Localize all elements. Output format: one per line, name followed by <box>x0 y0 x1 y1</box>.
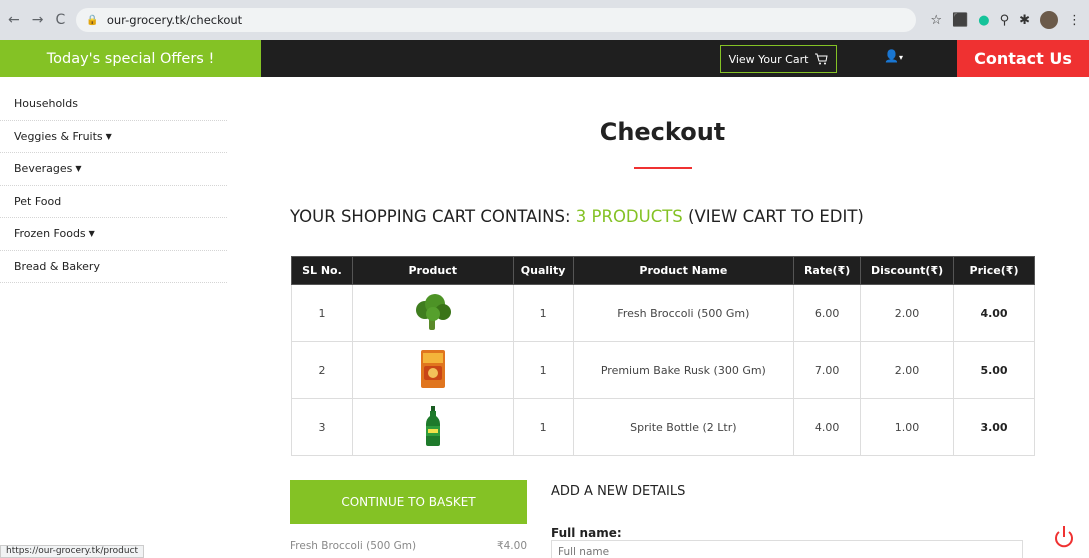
site-topbar: Today's special Offers ! View Your Cart … <box>0 40 1089 77</box>
page-title: Checkout <box>599 118 726 146</box>
extension-icon[interactable]: ⚲ <box>1000 13 1010 28</box>
full-name-input[interactable] <box>551 540 1023 558</box>
cell-discount: 1.00 <box>860 398 955 456</box>
pdf-extension-icon[interactable]: ⬛ <box>952 13 968 28</box>
status-bar-url: https://our-grocery.tk/product <box>0 545 145 558</box>
column-header-rate: Rate(₹) <box>793 256 862 285</box>
puzzle-icon[interactable]: ✱ <box>1019 13 1030 28</box>
cell-rate: 4.00 <box>793 398 862 456</box>
address-bar[interactable]: 🔒 our-grocery.tk/checkout <box>76 8 917 32</box>
cell-product-image <box>351 341 514 399</box>
cart-summary: Your shopping cart contains: 3 Products … <box>290 207 1050 226</box>
browser-nav: ← → C <box>8 12 76 28</box>
sidebar-item-frozen-foods[interactable]: Frozen Foods ▼ <box>0 218 227 251</box>
cart-icon <box>815 53 829 65</box>
table-row: 2 1 Premium Bake Rusk (300 Gm) 7.00 2.00… <box>291 341 1035 399</box>
sidebar-item-label: Households <box>14 97 78 111</box>
caret-down-icon: ▼ <box>88 229 95 239</box>
basket-item-row: Fresh Broccoli (500 Gm) ₹4.00 <box>290 540 527 552</box>
menu-icon[interactable]: ⋮ <box>1068 13 1081 28</box>
address-text: our-grocery.tk/checkout <box>106 13 243 27</box>
caret-down-icon: ▾ <box>898 53 903 62</box>
title-underline <box>634 167 692 169</box>
sidebar-item-label: Pet Food <box>14 194 62 208</box>
table-header-row: SL No. Product Quality Product Name Rate… <box>291 256 1035 285</box>
back-icon[interactable]: ← <box>8 12 20 28</box>
cell-price: 4.00 <box>953 284 1035 342</box>
cell-price: 5.00 <box>953 341 1035 399</box>
basket-item-price: ₹4.00 <box>496 540 527 552</box>
sidebar-item-label: Bread & Bakery <box>14 259 100 273</box>
forward-icon[interactable]: → <box>32 12 44 28</box>
cell-product-name: Fresh Broccoli (500 Gm) <box>572 284 795 342</box>
contact-us-button[interactable]: Contact Us <box>957 40 1089 77</box>
cell-sl: 1 <box>291 284 353 342</box>
sidebar-item-label: Frozen Foods <box>14 227 86 241</box>
cell-rate: 6.00 <box>793 284 862 342</box>
profile-avatar[interactable] <box>1040 11 1058 29</box>
basket-item-name: Fresh Broccoli (500 Gm) <box>290 540 417 552</box>
cell-quantity: 1 <box>512 341 574 399</box>
offers-banner[interactable]: Today's special Offers ! <box>0 40 261 77</box>
table-row: 1 1 Fresh Broccoli (500 Gm) 6.00 2.00 4.… <box>291 284 1035 342</box>
column-header-product: Product <box>351 256 514 285</box>
user-menu-button[interactable]: 👤▾ <box>884 49 903 63</box>
grammarly-icon[interactable]: ● <box>978 13 989 28</box>
column-header-price: Price(₹) <box>953 256 1035 285</box>
column-header-product-name: Product Name <box>572 256 795 285</box>
add-details-heading: Add a new Details <box>551 484 686 499</box>
sprite-bottle-icon <box>425 405 440 446</box>
sidebar-item-households[interactable]: Households <box>0 88 227 121</box>
user-icon: 👤 <box>884 49 899 63</box>
caret-down-icon: ▼ <box>75 164 82 174</box>
view-cart-label: View Your Cart <box>728 52 809 66</box>
star-icon[interactable]: ☆ <box>930 13 942 28</box>
cell-product-name: Sprite Bottle (2 Ltr) <box>572 398 795 456</box>
broccoli-icon <box>415 293 451 330</box>
column-header-sl: SL No. <box>291 256 353 285</box>
sidebar-item-label: Veggies & Fruits <box>14 129 103 143</box>
category-sidebar: Households Veggies & Fruits ▼ Beverages ▼ … <box>0 88 227 283</box>
cell-discount: 2.00 <box>860 284 955 342</box>
sidebar-item-label: Beverages <box>14 162 73 176</box>
reload-icon[interactable]: C <box>55 12 65 28</box>
extensions: ☆ ⬛ ● ⚲ ✱ ⋮ <box>930 11 1081 29</box>
lock-icon: 🔒 <box>86 14 99 26</box>
sidebar-item-bread-bakery[interactable]: Bread & Bakery <box>0 251 227 283</box>
view-cart-button[interactable]: View Your Cart <box>720 45 837 73</box>
cell-price: 3.00 <box>953 398 1035 456</box>
power-icon[interactable] <box>1052 524 1076 550</box>
cell-rate: 7.00 <box>793 341 862 399</box>
column-header-discount: Discount(₹) <box>860 256 955 285</box>
cell-product-image <box>351 284 514 342</box>
cell-product-image <box>351 398 514 456</box>
sidebar-item-veggies-fruits[interactable]: Veggies & Fruits ▼ <box>0 121 227 153</box>
sidebar-item-beverages[interactable]: Beverages ▼ <box>0 153 227 186</box>
column-header-quality: Quality <box>512 256 574 285</box>
cell-sl: 2 <box>291 341 353 399</box>
cell-discount: 2.00 <box>860 341 955 399</box>
cart-table: SL No. Product Quality Product Name Rate… <box>291 256 1035 456</box>
cell-quantity: 1 <box>512 284 574 342</box>
sidebar-item-pet-food[interactable]: Pet Food <box>0 186 227 218</box>
browser-toolbar: ← → C 🔒 our-grocery.tk/checkout ☆ ⬛ ● ⚲ … <box>0 0 1089 40</box>
full-name-label: Full name: <box>551 526 622 540</box>
summary-prefix: Your shopping cart contains: <box>290 207 576 226</box>
rusk-pack-icon <box>420 349 445 388</box>
table-row: 3 1 Sprite Bottle (2 Ltr) 4.00 1.00 3.00 <box>291 398 1035 456</box>
caret-down-icon: ▼ <box>105 131 112 141</box>
summary-suffix: (view cart to edit) <box>682 207 864 226</box>
cell-product-name: Premium Bake Rusk (300 Gm) <box>572 341 795 399</box>
summary-count: 3 Products <box>575 207 683 226</box>
continue-to-basket-button[interactable]: Continue to basket <box>290 480 527 524</box>
cell-sl: 3 <box>291 398 353 456</box>
cell-quantity: 1 <box>512 398 574 456</box>
